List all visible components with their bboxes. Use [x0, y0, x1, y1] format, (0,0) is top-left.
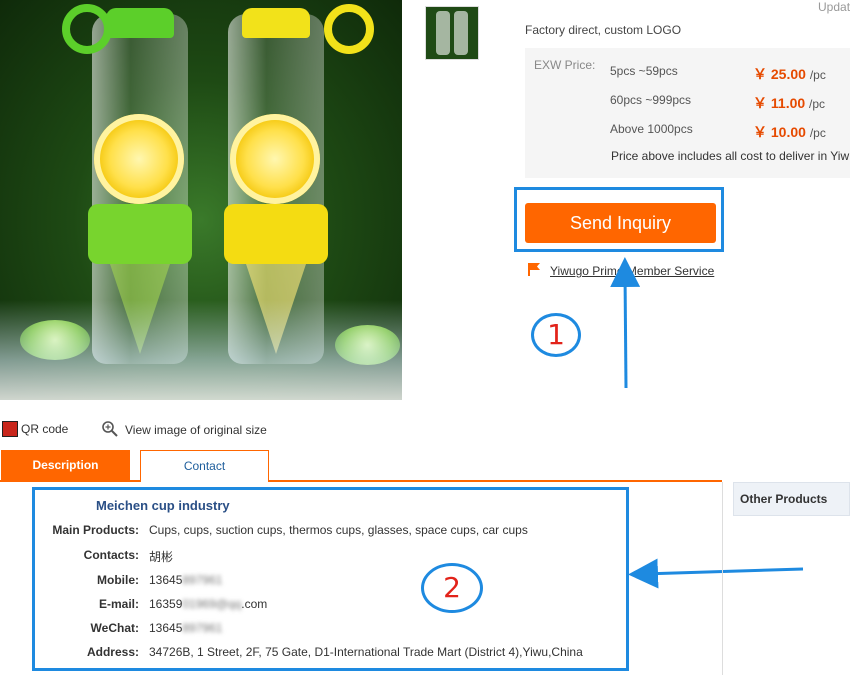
tab-description[interactable]: Description	[1, 450, 130, 480]
zoom-icon[interactable]	[101, 420, 121, 438]
main-products-label: Main Products:	[52, 523, 139, 537]
address-label: Address:	[86, 645, 139, 659]
mobile-value: 13645897961	[149, 573, 222, 587]
wechat-label: WeChat:	[90, 621, 139, 635]
email-suffix: .com	[241, 597, 268, 611]
email-visible: 16359	[149, 597, 183, 611]
qr-code-link[interactable]: QR code	[21, 422, 68, 436]
mobile-label: Mobile:	[97, 573, 139, 587]
other-products-header[interactable]: Other Products	[733, 482, 850, 516]
arrow-left-icon	[628, 558, 804, 589]
contacts-label: Contacts:	[83, 548, 139, 562]
sidebar-divider	[722, 482, 723, 675]
mobile-visible: 13645	[149, 573, 183, 587]
wechat-value: 13645897961	[149, 621, 222, 635]
view-original-size-link[interactable]: View image of original size	[125, 423, 267, 437]
main-products-value: Cups, cups, suction cups, thermos cups, …	[149, 523, 528, 537]
email-label: E-mail:	[98, 597, 139, 611]
arrow-up-icon	[610, 257, 641, 389]
mobile-blurred: 897961	[182, 573, 223, 587]
annotation-marker-1: 1	[531, 313, 581, 357]
email-blurred: 01969@qq	[182, 597, 242, 611]
address-value: 34726B, 1 Street, 2F, 75 Gate, D1-Intern…	[149, 645, 583, 659]
wechat-visible: 13645	[149, 621, 183, 635]
tab-underline	[0, 480, 722, 482]
contacts-value: 胡彬	[149, 550, 174, 564]
company-name[interactable]: Meichen cup industry	[96, 498, 230, 513]
wechat-blurred: 897961	[182, 621, 223, 635]
tab-contact[interactable]: Contact	[140, 450, 269, 482]
qr-code-icon[interactable]	[2, 421, 18, 437]
email-value: 1635901969@qq.com	[149, 597, 267, 611]
